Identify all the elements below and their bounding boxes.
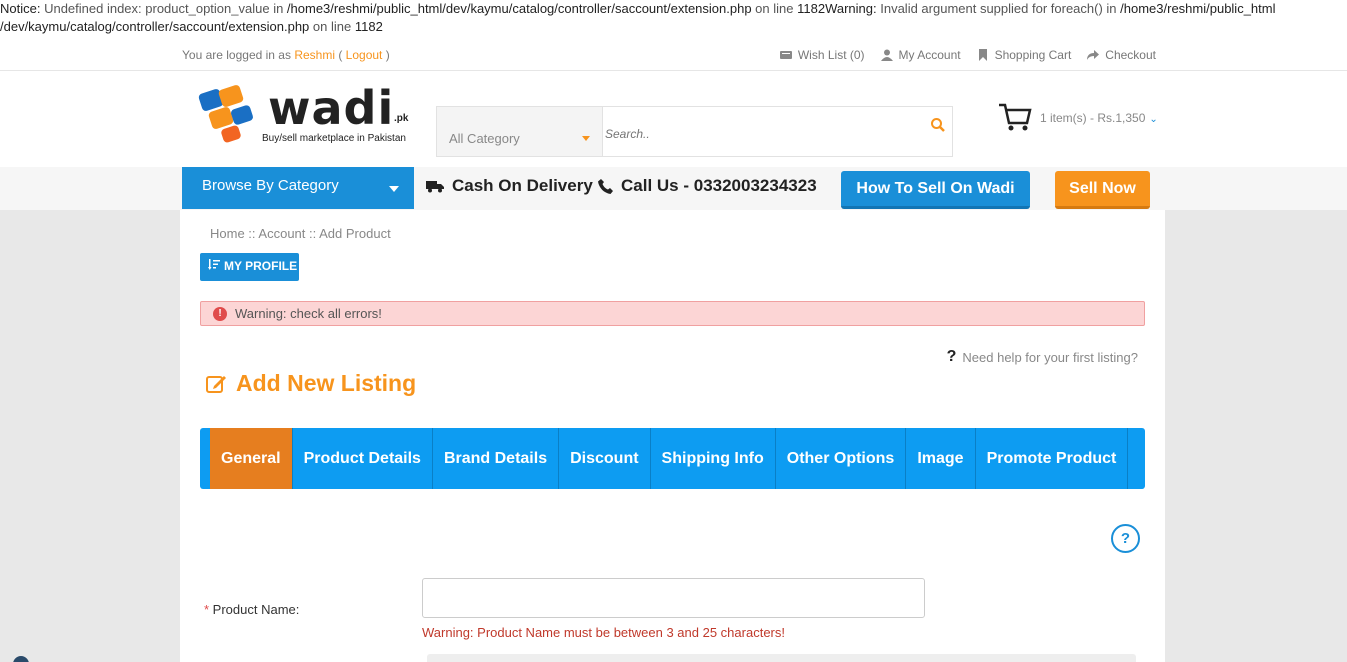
my-account-link[interactable]: My Account (880, 48, 961, 62)
site-header: wadi .pk Buy/sell marketplace in Pakista… (0, 71, 1347, 167)
shopping-cart-link[interactable]: Shopping Cart (977, 48, 1071, 62)
php-notice-line-2: /dev/kaymu/catalog/controller/saccount/e… (0, 19, 383, 34)
top-links: Wish List (0) My Account Shopping Cart C… (779, 48, 1156, 62)
bookmark-icon (978, 49, 987, 61)
error-alert: ! Warning: check all errors! (200, 301, 1145, 326)
php-notice: Notice: Undefined index: product_option_… (0, 0, 1347, 36)
tab-other-options[interactable]: Other Options (776, 428, 907, 489)
browse-category-button[interactable]: Browse By Category (182, 167, 414, 209)
breadcrumb: Home :: Account :: Add Product (210, 226, 391, 241)
cash-on-delivery: Cash On Delivery (426, 176, 593, 196)
list-icon (779, 51, 792, 59)
breadcrumb-home[interactable]: Home (210, 226, 245, 241)
php-notice-line-1: Notice: Undefined index: product_option_… (0, 1, 1276, 16)
cart-icon (999, 103, 1032, 131)
category-select[interactable]: All Category (437, 107, 603, 156)
tab-discount[interactable]: Discount (559, 428, 651, 489)
next-field-partial[interactable] (427, 654, 1136, 662)
top-bar: You are logged in as Reshmi ( Logout ) W… (0, 36, 1347, 71)
breadcrumb-account[interactable]: Account (258, 226, 305, 241)
tab-general[interactable]: General (210, 428, 293, 489)
page-title: Add New Listing (206, 370, 416, 397)
sell-now-button[interactable]: Sell Now (1055, 171, 1150, 209)
chevron-down-icon (582, 136, 590, 141)
tab-brand-details[interactable]: Brand Details (433, 428, 560, 489)
phone-icon (598, 178, 613, 194)
main-navbar: Browse By Category Cash On Delivery Call… (0, 167, 1347, 210)
product-name-error: Warning: Product Name must be between 3 … (422, 625, 785, 640)
call-us: Call Us - 0332003234323 (598, 176, 817, 196)
listing-tabs: General Product Details Brand Details Di… (200, 428, 1145, 489)
help-circle-icon[interactable]: ? (1111, 524, 1140, 553)
my-profile-button[interactable]: MY PROFILE (200, 253, 299, 281)
exclamation-circle-icon: ! (213, 307, 227, 321)
help-link[interactable]: ? Need help for your first listing? (947, 348, 1138, 366)
main-content: Home :: Account :: Add Product MY PROFIL… (180, 210, 1165, 662)
tab-shipping-info[interactable]: Shipping Info (651, 428, 776, 489)
sort-icon (208, 259, 220, 270)
how-to-sell-button[interactable]: How To Sell On Wadi (841, 171, 1030, 209)
tab-image[interactable]: Image (906, 428, 976, 489)
tab-promote-product[interactable]: Promote Product (976, 428, 1129, 489)
logout-link[interactable]: Logout (346, 48, 383, 62)
cart-summary: 1 item(s) - Rs.1,350 (1040, 111, 1146, 125)
logo-mark (198, 85, 253, 143)
logo-tagline: Buy/sell marketplace in Pakistan (262, 133, 406, 144)
logo-wordmark: wadi (268, 81, 395, 135)
login-status: You are logged in as Reshmi ( Logout ) (182, 48, 390, 62)
user-icon (880, 49, 893, 61)
edit-icon (206, 375, 226, 393)
product-name-label: * Product Name: (204, 602, 300, 617)
checkout-link[interactable]: Checkout (1087, 48, 1156, 62)
search-bar: All Category (436, 106, 953, 157)
search-icon[interactable] (930, 117, 946, 133)
caret-down-icon (389, 186, 399, 192)
wishlist-link[interactable]: Wish List (0) (779, 48, 865, 62)
logo-tld: .pk (394, 113, 409, 124)
header-cart[interactable]: 1 item(s) - Rs.1,350 ⌄ (998, 101, 1158, 133)
question-icon: ? (946, 348, 957, 365)
breadcrumb-add-product[interactable]: Add Product (319, 226, 391, 241)
product-name-input[interactable] (422, 578, 925, 618)
site-logo[interactable]: wadi .pk Buy/sell marketplace in Pakista… (196, 81, 416, 155)
tab-product-details[interactable]: Product Details (293, 428, 433, 489)
chevron-down-icon: ⌄ (1149, 114, 1158, 125)
username-link[interactable]: Reshmi (294, 48, 335, 62)
search-input[interactable] (605, 115, 905, 153)
truck-icon (426, 181, 444, 193)
share-icon (1087, 50, 1100, 60)
